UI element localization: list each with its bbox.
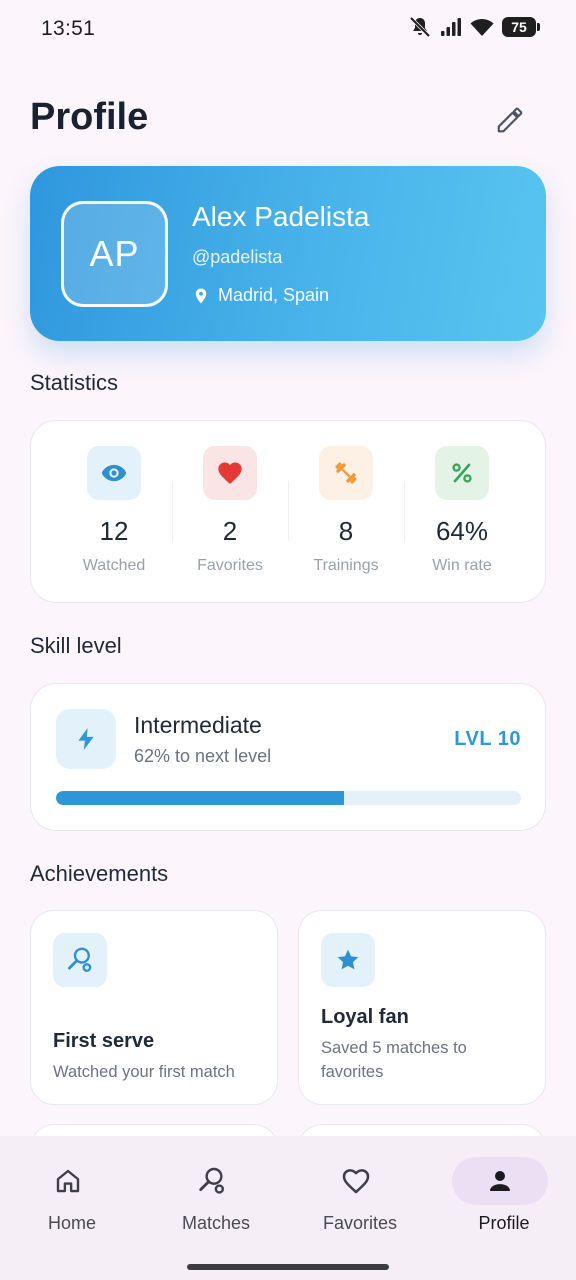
profile-screen: 13:51 75 Profile AP Alex Padelista @pade… (0, 0, 576, 1280)
nav-item-favorites[interactable]: Favorites (288, 1136, 432, 1246)
stat-label: Win rate (432, 557, 492, 574)
percent-icon (435, 446, 489, 500)
star-icon (321, 933, 375, 987)
signal-icon (441, 18, 461, 36)
nav-pill (164, 1157, 260, 1205)
nav-item-home[interactable]: Home (0, 1136, 144, 1246)
page-title: Profile (30, 96, 149, 138)
profile-location: Madrid, Spain (192, 285, 329, 306)
nav-pill (20, 1157, 116, 1205)
profile-card: AP Alex Padelista @padelista Madrid, Spa… (30, 166, 546, 341)
location-text: Madrid, Spain (218, 285, 330, 305)
stat-value: 8 (338, 516, 354, 546)
skill-level-card[interactable]: Intermediate 62% to next level LVL 10 (30, 683, 546, 831)
bottom-navigation: Home Matches Favorites Profile (0, 1136, 576, 1280)
dumbbell-icon (319, 446, 373, 500)
achievement-title: First serve (53, 1030, 155, 1052)
status-bar: 13:51 75 (0, 0, 576, 56)
bolt-icon (56, 709, 116, 769)
nav-label: Home (47, 1213, 96, 1233)
skill-progress-text: 62% to next level (134, 746, 272, 766)
eye-icon (87, 446, 141, 500)
nav-label: Matches (181, 1213, 251, 1233)
stat-value: 2 (222, 516, 238, 546)
achievement-description: Saved 5 matches to favorites (321, 1039, 467, 1081)
stat-label: Favorites (197, 557, 263, 574)
skill-progress-bar (56, 791, 521, 805)
pencil-icon (497, 107, 523, 133)
achievement-description: Watched your first match (53, 1063, 235, 1081)
battery-icon: 75 (502, 17, 540, 37)
statistics-card: 12 Watched 2 Favorites 8 Trainings 64% W… (30, 420, 546, 603)
home-indicator[interactable] (187, 1264, 389, 1270)
heart-outline-icon (342, 1169, 370, 1194)
stat-favorites[interactable]: 2 Favorites (172, 421, 288, 604)
status-time: 13:51 (41, 17, 96, 40)
stat-label: Watched (82, 557, 146, 574)
skill-level-title: Skill level (30, 633, 122, 658)
nav-pill (308, 1157, 404, 1205)
stat-label: Trainings (313, 557, 379, 574)
nav-item-profile[interactable]: Profile (432, 1136, 576, 1246)
avatar[interactable]: AP (61, 201, 168, 307)
statistics-title: Statistics (30, 370, 119, 395)
stat-trainings[interactable]: 8 Trainings (288, 421, 404, 604)
skill-level-name: Intermediate (134, 712, 262, 738)
skill-progress-fill (56, 791, 345, 805)
person-icon (490, 1171, 510, 1191)
profile-name: Alex Padelista (192, 201, 370, 232)
heart-icon (203, 446, 257, 500)
home-icon (56, 1169, 80, 1193)
achievement-card-first-serve[interactable]: First serve Watched your first match (30, 910, 278, 1105)
nav-label: Profile (478, 1213, 530, 1233)
status-icons: 75 (408, 15, 540, 39)
achievement-title: Loyal fan (321, 1006, 409, 1028)
edit-profile-button[interactable] (486, 96, 534, 144)
stat-value: 64% (435, 516, 489, 546)
nav-pill-active (452, 1157, 548, 1205)
stat-value: 12 (99, 516, 129, 546)
profile-handle: @padelista (192, 247, 283, 267)
achievement-card-loyal-fan[interactable]: Loyal fan Saved 5 matches to favorites (298, 910, 546, 1105)
location-pin-icon (195, 288, 207, 303)
racket-icon (53, 933, 107, 987)
bell-off-icon (409, 16, 431, 38)
stat-win-rate[interactable]: 64% Win rate (404, 421, 520, 604)
racket-icon (199, 1167, 224, 1194)
stat-watched[interactable]: 12 Watched (56, 421, 172, 604)
nav-label: Favorites (322, 1213, 398, 1233)
level-badge: LVL 10 (454, 728, 521, 750)
wifi-icon (470, 19, 494, 36)
achievements-title: Achievements (30, 861, 169, 886)
nav-item-matches[interactable]: Matches (144, 1136, 288, 1246)
